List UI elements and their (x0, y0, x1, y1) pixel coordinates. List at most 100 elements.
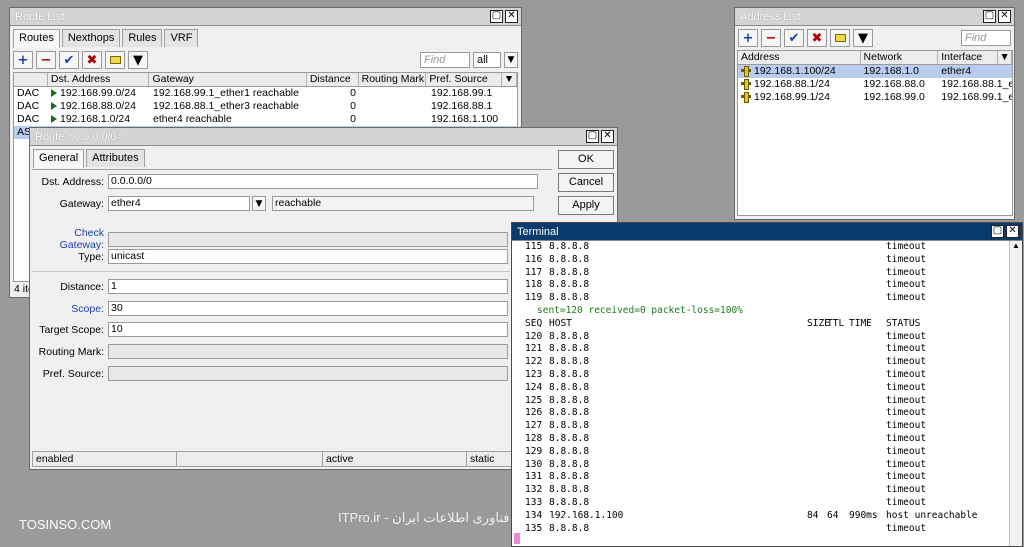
tab-nexthops[interactable]: Nexthops (61, 29, 121, 47)
table-row[interactable]: 192.168.99.1/24 192.168.99.0 192.168.99.… (738, 91, 1012, 104)
distance-input[interactable]: 1 (108, 279, 508, 294)
filter-icon[interactable]: ▼ (853, 29, 873, 47)
maximize-icon[interactable]: ▢ (586, 130, 599, 143)
filter-icon[interactable]: ▼ (128, 51, 148, 69)
disable-x-icon[interactable]: ✖ (807, 29, 827, 47)
maximize-icon[interactable]: ▢ (490, 10, 503, 23)
remove-icon[interactable]: − (36, 51, 56, 69)
tab-vrf[interactable]: VRF (164, 29, 199, 47)
row-mark (360, 113, 428, 126)
terminal-summary-line: sent=120 received=0 packet-loss=100% (537, 304, 743, 316)
address-find-input[interactable]: Find (961, 30, 1011, 46)
gateway-input[interactable]: ether4 (108, 196, 250, 211)
routing-mark-row: Routing Mark: (32, 344, 508, 359)
close-icon[interactable]: ✕ (601, 130, 614, 143)
terminal-window: Terminal ▢ ✕ 115 8.8.8.8 timeout 116 8.8.8.… (511, 222, 1023, 547)
gateway-dropdown-icon[interactable]: ▼ (252, 196, 266, 211)
target-scope-row: Target Scope: 10 (32, 322, 508, 337)
tab-attributes[interactable]: Attributes (86, 149, 145, 167)
row-dst: 192.168.88.0/24 (48, 100, 150, 113)
gateway-label: Gateway: (59, 197, 104, 210)
terminal-output[interactable]: 115 8.8.8.8 timeout 116 8.8.8.8 timeout 117 8… (525, 241, 1005, 535)
scope-input[interactable]: 30 (108, 301, 508, 316)
target-scope-input[interactable]: 10 (108, 322, 508, 337)
terminal-scrollbar[interactable]: ▲ (1009, 241, 1022, 546)
cancel-button[interactable]: Cancel (558, 173, 614, 192)
col-network[interactable]: Network (861, 51, 939, 64)
enable-check-icon[interactable]: ✔ (784, 29, 804, 47)
row-pref: 192.168.88.1 (431, 100, 493, 112)
watermark-left: TOSINSO.COM (19, 517, 112, 532)
col-flags[interactable] (14, 73, 48, 86)
tab-routes[interactable]: Routes (13, 29, 60, 48)
terminal-line: 119 8.8.8.8 timeout (525, 292, 927, 304)
columns-dropdown-icon[interactable]: ▼ (502, 73, 517, 86)
route-find-input[interactable]: Find (420, 52, 470, 68)
address-plus-icon (741, 79, 751, 90)
address-list-toolbar: + − ✔ ✖ ▼ Find (735, 26, 1014, 50)
remove-icon[interactable]: − (761, 29, 781, 47)
row-distance: 0 (350, 113, 356, 125)
route-list-toolbar: + − ✔ ✖ ▼ Find all ▼ (10, 48, 521, 72)
col-interface[interactable]: Interface (938, 51, 999, 64)
close-icon[interactable]: ✕ (1006, 225, 1019, 238)
tab-rules[interactable]: Rules (122, 29, 163, 47)
route-list-titlebar[interactable]: Route List ▢ ✕ (10, 8, 521, 26)
row-address: 192.168.99.1/24 (738, 91, 861, 104)
tab-general[interactable]: General (33, 149, 85, 168)
row-flags: DAC (17, 113, 40, 125)
col-distance[interactable]: Distance (307, 73, 359, 86)
disable-x-icon[interactable]: ✖ (82, 51, 102, 69)
col-dst-address[interactable]: Dst. Address (48, 73, 150, 86)
add-icon[interactable]: + (738, 29, 758, 47)
route-filter-select[interactable]: all (473, 52, 501, 68)
maximize-icon[interactable]: ▢ (983, 10, 996, 23)
comment-icon[interactable] (830, 29, 850, 47)
table-row[interactable]: DAC 192.168.88.0/24 192.168.88.1_ether3 … (14, 100, 517, 113)
table-row[interactable]: DAC 192.168.99.0/24 192.168.99.1_ether1 … (14, 87, 517, 100)
type-select[interactable]: unicast (108, 249, 508, 264)
route-flag-icon (51, 102, 57, 110)
row-interface: ether4 (941, 65, 972, 77)
ok-button[interactable]: OK (558, 150, 614, 169)
terminal-line: 121 8.8.8.8 timeout (525, 343, 927, 355)
scope-label[interactable]: Scope: (32, 303, 108, 315)
row-address: 192.168.88.1/24 (738, 78, 861, 91)
route-dialog-statusbar: enabled active static (32, 451, 514, 467)
address-list-window: Address List ▢ ✕ + − ✔ ✖ ▼ Find Address … (734, 7, 1015, 220)
row-mark (360, 87, 428, 100)
col-pref-source[interactable]: Pref. Source (426, 73, 503, 86)
scroll-up-icon[interactable]: ▲ (1010, 241, 1022, 250)
maximize-icon[interactable]: ▢ (991, 225, 1004, 238)
close-icon[interactable]: ✕ (505, 10, 518, 23)
terminal-line: 118 8.8.8.8 timeout (525, 279, 927, 291)
status-static: static (466, 451, 514, 467)
close-icon[interactable]: ✕ (998, 10, 1011, 23)
check-gateway-label[interactable]: Check Gateway: (32, 227, 108, 251)
comment-icon[interactable] (105, 51, 125, 69)
terminal-titlebar[interactable]: Terminal ▢ ✕ (512, 223, 1022, 241)
routing-mark-select[interactable] (108, 344, 508, 359)
apply-button[interactable]: Apply (558, 196, 614, 215)
check-gateway-select[interactable] (108, 231, 508, 247)
col-address[interactable]: Address (738, 51, 861, 64)
table-row[interactable]: 192.168.1.100/24 192.168.1.0 ether4 (738, 65, 1012, 78)
enable-check-icon[interactable]: ✔ (59, 51, 79, 69)
columns-dropdown-icon[interactable]: ▼ (998, 51, 1012, 64)
table-row[interactable]: DAC 192.168.1.0/24 ether4 reachable 0 19… (14, 113, 517, 126)
route-dialog-titlebar[interactable]: Route <0.0.0.0/0> ▢ ✕ (30, 128, 617, 146)
terminal-line: 126 8.8.8.8 timeout (525, 407, 927, 419)
row-mark (360, 100, 428, 113)
col-gateway[interactable]: Gateway (149, 73, 307, 86)
address-plus-icon (741, 92, 751, 103)
address-list-titlebar[interactable]: Address List ▢ ✕ (735, 8, 1014, 26)
pref-source-row: Pref. Source: (32, 366, 508, 381)
table-row[interactable]: 192.168.88.1/24 192.168.88.0 192.168.88.… (738, 78, 1012, 91)
add-icon[interactable]: + (13, 51, 33, 69)
pref-source-input[interactable] (108, 366, 508, 381)
row-gateway: ether4 reachable (153, 113, 232, 125)
dst-address-input[interactable]: 0.0.0.0/0 (108, 174, 538, 189)
terminal-line: 122 8.8.8.8 timeout (525, 356, 927, 368)
filter-dropdown-icon[interactable]: ▼ (504, 52, 518, 68)
col-routing-mark[interactable]: Routing Mark (359, 73, 427, 86)
